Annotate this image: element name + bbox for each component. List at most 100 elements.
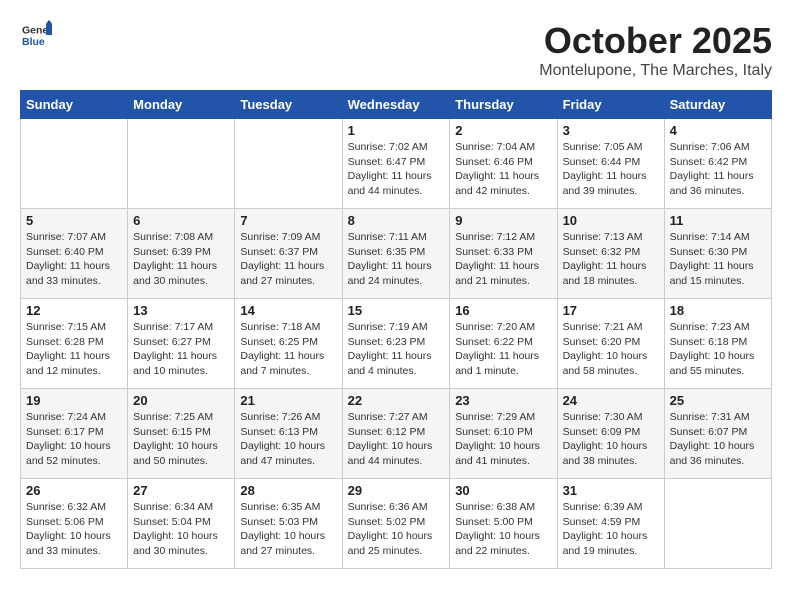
- day-info: Sunrise: 7:20 AM Sunset: 6:22 PM Dayligh…: [455, 320, 551, 379]
- calendar-cell: 18 Sunrise: 7:23 AM Sunset: 6:18 PM Dayli…: [664, 299, 771, 389]
- day-number: 31: [563, 483, 659, 498]
- calendar-cell: 27Sunrise: 6:34 AM Sunset: 5:04 PM Dayli…: [128, 479, 235, 569]
- day-info: Sunrise: 7:19 AM Sunset: 6:23 PM Dayligh…: [348, 320, 445, 379]
- day-info: Sunrise: 7:11 AM Sunset: 6:35 PM Dayligh…: [348, 230, 445, 289]
- day-number: 18: [670, 303, 766, 318]
- day-number: 16: [455, 303, 551, 318]
- day-info: Sunrise: 6:38 AM Sunset: 5:00 PM Dayligh…: [455, 500, 551, 559]
- day-info: Sunrise: 7:30 AM Sunset: 6:09 PM Dayligh…: [563, 410, 659, 469]
- calendar-cell: 22 Sunrise: 7:27 AM Sunset: 6:12 PM Dayli…: [342, 389, 450, 479]
- calendar-cell: [128, 119, 235, 209]
- calendar-cell: 10 Sunrise: 7:13 AM Sunset: 6:32 PM Dayli…: [557, 209, 664, 299]
- day-info: Sunrise: 7:23 AM Sunset: 6:18 PM Dayligh…: [670, 320, 766, 379]
- day-info: Sunrise: 7:21 AM Sunset: 6:20 PM Dayligh…: [563, 320, 659, 379]
- calendar-cell: [235, 119, 342, 209]
- day-number: 12: [26, 303, 122, 318]
- day-number: 2: [455, 123, 551, 138]
- calendar-cell: 29Sunrise: 6:36 AM Sunset: 5:02 PM Dayli…: [342, 479, 450, 569]
- day-number: 24: [563, 393, 659, 408]
- calendar-cell: 11 Sunrise: 7:14 AM Sunset: 6:30 PM Dayli…: [664, 209, 771, 299]
- calendar-cell: 28 Sunrise: 6:35 AM Sunset: 5:03 PM Dayli…: [235, 479, 342, 569]
- day-number: 28: [240, 483, 336, 498]
- day-number: 25: [670, 393, 766, 408]
- calendar-cell: 21 Sunrise: 7:26 AM Sunset: 6:13 PM Dayli…: [235, 389, 342, 479]
- day-info: Sunrise: 7:25 AM Sunset: 6:15 PM Dayligh…: [133, 410, 229, 469]
- day-info: Sunrise: 7:04 AM Sunset: 6:46 PM Dayligh…: [455, 140, 551, 199]
- day-info: Sunrise: 6:39 AM Sunset: 4:59 PM Dayligh…: [563, 500, 659, 559]
- calendar-cell: 23 Sunrise: 7:29 AM Sunset: 6:10 PM Dayli…: [450, 389, 557, 479]
- calendar-cell: 31 Sunrise: 6:39 AM Sunset: 4:59 PM Dayli…: [557, 479, 664, 569]
- day-info: Sunrise: 7:12 AM Sunset: 6:33 PM Dayligh…: [455, 230, 551, 289]
- page-header: General Blue October 2025 Montelupone, T…: [20, 20, 772, 80]
- day-number: 22: [348, 393, 445, 408]
- day-number: 8: [348, 213, 445, 228]
- day-info: Sunrise: 7:09 AM Sunset: 6:37 PM Dayligh…: [240, 230, 336, 289]
- day-number: 20: [133, 393, 229, 408]
- calendar-cell: 3 Sunrise: 7:05 AM Sunset: 6:44 PM Daylig…: [557, 119, 664, 209]
- day-info: Sunrise: 6:35 AM Sunset: 5:03 PM Dayligh…: [240, 500, 336, 559]
- week-row-2: 5Sunrise: 7:07 AM Sunset: 6:40 PM Daylig…: [21, 209, 772, 299]
- day-number: 21: [240, 393, 336, 408]
- day-info: Sunrise: 6:34 AM Sunset: 5:04 PM Dayligh…: [133, 500, 229, 559]
- day-info: Sunrise: 7:08 AM Sunset: 6:39 PM Dayligh…: [133, 230, 229, 289]
- day-number: 14: [240, 303, 336, 318]
- day-info: Sunrise: 7:15 AM Sunset: 6:28 PM Dayligh…: [26, 320, 122, 379]
- logo: General Blue: [20, 20, 52, 55]
- day-number: 19: [26, 393, 122, 408]
- calendar-cell: 15 Sunrise: 7:19 AM Sunset: 6:23 PM Dayli…: [342, 299, 450, 389]
- day-info: Sunrise: 7:14 AM Sunset: 6:30 PM Dayligh…: [670, 230, 766, 289]
- day-info: Sunrise: 7:27 AM Sunset: 6:12 PM Dayligh…: [348, 410, 445, 469]
- location-title: Montelupone, The Marches, Italy: [539, 62, 772, 80]
- day-number: 17: [563, 303, 659, 318]
- day-info: Sunrise: 7:17 AM Sunset: 6:27 PM Dayligh…: [133, 320, 229, 379]
- day-number: 11: [670, 213, 766, 228]
- day-info: Sunrise: 7:05 AM Sunset: 6:44 PM Dayligh…: [563, 140, 659, 199]
- day-info: Sunrise: 7:13 AM Sunset: 6:32 PM Dayligh…: [563, 230, 659, 289]
- calendar-cell: 26Sunrise: 6:32 AM Sunset: 5:06 PM Dayli…: [21, 479, 128, 569]
- weekday-header-friday: Friday: [557, 91, 664, 119]
- calendar-cell: 9 Sunrise: 7:12 AM Sunset: 6:33 PM Daylig…: [450, 209, 557, 299]
- calendar-cell: 8 Sunrise: 7:11 AM Sunset: 6:35 PM Daylig…: [342, 209, 450, 299]
- week-row-4: 19 Sunrise: 7:24 AM Sunset: 6:17 PM Dayli…: [21, 389, 772, 479]
- day-number: 10: [563, 213, 659, 228]
- weekday-header-tuesday: Tuesday: [235, 91, 342, 119]
- day-number: 13: [133, 303, 229, 318]
- calendar-cell: [21, 119, 128, 209]
- weekday-header-wednesday: Wednesday: [342, 91, 450, 119]
- day-number: 15: [348, 303, 445, 318]
- day-info: Sunrise: 7:26 AM Sunset: 6:13 PM Dayligh…: [240, 410, 336, 469]
- calendar-cell: 17 Sunrise: 7:21 AM Sunset: 6:20 PM Dayli…: [557, 299, 664, 389]
- day-number: 26: [26, 483, 122, 498]
- calendar-cell: 7 Sunrise: 7:09 AM Sunset: 6:37 PM Daylig…: [235, 209, 342, 299]
- day-number: 6: [133, 213, 229, 228]
- week-row-5: 26Sunrise: 6:32 AM Sunset: 5:06 PM Dayli…: [21, 479, 772, 569]
- weekday-header-row: SundayMondayTuesdayWednesdayThursdayFrid…: [21, 91, 772, 119]
- day-info: Sunrise: 7:24 AM Sunset: 6:17 PM Dayligh…: [26, 410, 122, 469]
- calendar-cell: 25Sunrise: 7:31 AM Sunset: 6:07 PM Dayli…: [664, 389, 771, 479]
- day-number: 1: [348, 123, 445, 138]
- weekday-header-thursday: Thursday: [450, 91, 557, 119]
- calendar-cell: 13 Sunrise: 7:17 AM Sunset: 6:27 PM Dayli…: [128, 299, 235, 389]
- svg-text:Blue: Blue: [22, 36, 45, 48]
- day-info: Sunrise: 6:36 AM Sunset: 5:02 PM Dayligh…: [348, 500, 445, 559]
- day-number: 7: [240, 213, 336, 228]
- day-number: 23: [455, 393, 551, 408]
- day-number: 9: [455, 213, 551, 228]
- calendar-cell: 30 Sunrise: 6:38 AM Sunset: 5:00 PM Dayli…: [450, 479, 557, 569]
- day-number: 5: [26, 213, 122, 228]
- calendar-cell: 6 Sunrise: 7:08 AM Sunset: 6:39 PM Daylig…: [128, 209, 235, 299]
- weekday-header-monday: Monday: [128, 91, 235, 119]
- week-row-3: 12 Sunrise: 7:15 AM Sunset: 6:28 PM Dayli…: [21, 299, 772, 389]
- calendar-cell: 4Sunrise: 7:06 AM Sunset: 6:42 PM Daylig…: [664, 119, 771, 209]
- day-info: Sunrise: 7:29 AM Sunset: 6:10 PM Dayligh…: [455, 410, 551, 469]
- day-number: 3: [563, 123, 659, 138]
- weekday-header-saturday: Saturday: [664, 91, 771, 119]
- day-info: Sunrise: 7:18 AM Sunset: 6:25 PM Dayligh…: [240, 320, 336, 379]
- weekday-header-sunday: Sunday: [21, 91, 128, 119]
- calendar-cell: 12 Sunrise: 7:15 AM Sunset: 6:28 PM Dayli…: [21, 299, 128, 389]
- day-number: 30: [455, 483, 551, 498]
- calendar-cell: 20 Sunrise: 7:25 AM Sunset: 6:15 PM Dayli…: [128, 389, 235, 479]
- day-number: 4: [670, 123, 766, 138]
- day-info: Sunrise: 7:02 AM Sunset: 6:47 PM Dayligh…: [348, 140, 445, 199]
- calendar-cell: 5Sunrise: 7:07 AM Sunset: 6:40 PM Daylig…: [21, 209, 128, 299]
